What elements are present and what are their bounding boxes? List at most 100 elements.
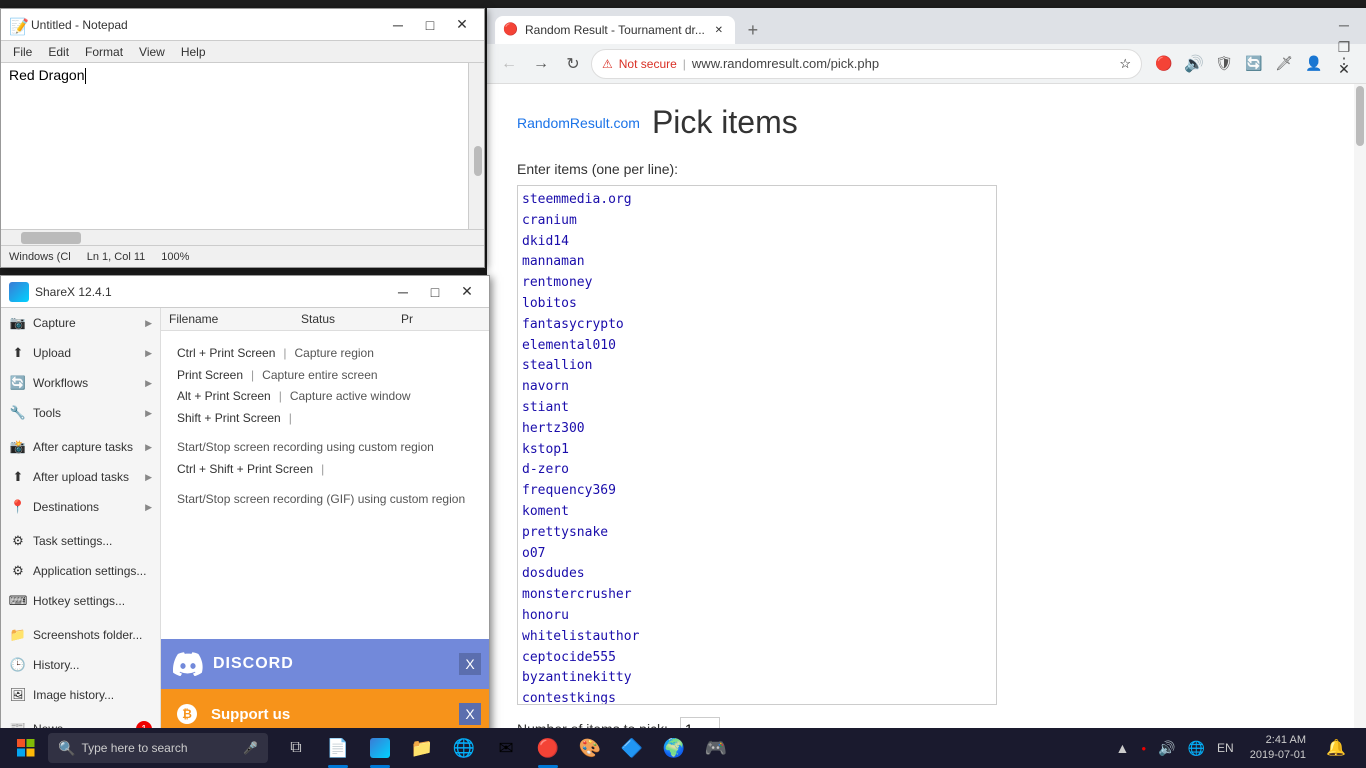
- list-item[interactable]: monstercrusher: [522, 585, 992, 606]
- list-item[interactable]: cranium: [522, 211, 992, 232]
- taskbar-app-game[interactable]: 🎮: [696, 728, 736, 768]
- chrome-new-tab-button[interactable]: +: [739, 16, 767, 44]
- sharex-menu-image-history[interactable]: 🖼 Image history...: [1, 680, 160, 710]
- notepad-maximize-button[interactable]: □: [416, 14, 444, 36]
- sharex-menu-screenshots-folder[interactable]: 📁 Screenshots folder...: [1, 620, 160, 650]
- list-item[interactable]: koment: [522, 502, 992, 523]
- chrome-minimize-button[interactable]: ─: [1330, 14, 1358, 36]
- workflows-icon: 🔄: [9, 374, 27, 392]
- list-item[interactable]: rentmoney: [522, 273, 992, 294]
- list-item[interactable]: elemental010: [522, 336, 992, 357]
- sharex-menu-tools[interactable]: 🔧 Tools: [1, 398, 160, 428]
- taskbar-app-paint[interactable]: 🎨: [570, 728, 610, 768]
- sharex-maximize-button[interactable]: □: [421, 281, 449, 303]
- list-item[interactable]: whitelistauthor: [522, 627, 992, 648]
- chrome-reload-button[interactable]: ↻: [559, 50, 587, 78]
- notepad-window-controls: ─ □ ✕: [384, 14, 476, 36]
- list-item[interactable]: dkid14: [522, 232, 992, 253]
- taskbar-mic-icon: 🎤: [243, 741, 258, 755]
- chrome-tab-active[interactable]: 🔴 Random Result - Tournament dr... ✕: [495, 16, 735, 44]
- list-item[interactable]: byzantinekitty: [522, 668, 992, 689]
- list-item[interactable]: contestkings: [522, 689, 992, 705]
- chrome-extensions-button[interactable]: 🔴: [1150, 50, 1178, 78]
- chrome-audio-button[interactable]: 🔊: [1180, 50, 1208, 78]
- list-item[interactable]: hertz300: [522, 419, 992, 440]
- taskbar-app-sharex[interactable]: [360, 728, 400, 768]
- chrome-address-bar[interactable]: ⚠ Not secure | www.randomresult.com/pick…: [591, 49, 1142, 79]
- notepad-hscrollbar[interactable]: [1, 229, 484, 245]
- chrome-profile-button[interactable]: 🛡: [1210, 50, 1238, 78]
- taskbar-app-mail[interactable]: ✉: [486, 728, 526, 768]
- taskbar-app-explorer[interactable]: 📁: [402, 728, 442, 768]
- taskbar-search-box[interactable]: 🔍 Type here to search 🎤: [48, 733, 268, 763]
- sharex-menu-history[interactable]: 🕒 History...: [1, 650, 160, 680]
- discord-close-button[interactable]: X: [459, 653, 481, 675]
- taskbar-clock[interactable]: 2:41 AM 2019-07-01: [1242, 731, 1314, 766]
- list-item[interactable]: steallion: [522, 356, 992, 377]
- hotkey-key-3: Alt + Print Screen: [177, 386, 271, 408]
- tray-lang-icon[interactable]: EN: [1213, 737, 1238, 759]
- chrome-sync-button[interactable]: 🔄: [1240, 50, 1268, 78]
- list-item[interactable]: fantasycrypto: [522, 315, 992, 336]
- taskbar-app-blue[interactable]: 🔷: [612, 728, 652, 768]
- list-item[interactable]: ceptocide555: [522, 648, 992, 669]
- list-item[interactable]: dosdudes: [522, 564, 992, 585]
- discord-banner[interactable]: DISCORD X: [161, 639, 489, 689]
- taskbar-notifications-button[interactable]: 🔔: [1318, 728, 1354, 768]
- chrome-restore-button[interactable]: ❐: [1330, 36, 1358, 58]
- notepad-menu-edit[interactable]: Edit: [40, 43, 77, 61]
- list-item[interactable]: steemmedia.org: [522, 190, 992, 211]
- taskbar-app-chrome[interactable]: 🔴: [528, 728, 568, 768]
- list-item[interactable]: navorn: [522, 377, 992, 398]
- list-item[interactable]: mannaman: [522, 252, 992, 273]
- notepad-close-button[interactable]: ✕: [448, 14, 476, 36]
- sharex-menu-workflows[interactable]: 🔄 Workflows: [1, 368, 160, 398]
- items-textarea[interactable]: steemmedia.org cranium dkid14 mannaman r…: [517, 185, 997, 705]
- sharex-menu-destinations[interactable]: 📍 Destinations: [1, 492, 160, 522]
- notepad-editor[interactable]: Red Dragon: [1, 63, 484, 229]
- task-settings-icon: ⚙: [9, 532, 27, 550]
- sharex-menu-after-upload[interactable]: ⬆ After upload tasks: [1, 462, 160, 492]
- notepad-vscrollbar[interactable]: [468, 63, 484, 229]
- sharex-menu-upload[interactable]: ⬆ Upload: [1, 338, 160, 368]
- chrome-extension2-button[interactable]: 🗡: [1270, 50, 1298, 78]
- list-item[interactable]: frequency369: [522, 481, 992, 502]
- sharex-menu-task-settings[interactable]: ⚙ Task settings...: [1, 526, 160, 556]
- notepad-menu-help[interactable]: Help: [173, 43, 214, 61]
- site-link[interactable]: RandomResult.com: [517, 115, 640, 131]
- taskbar-app-ie[interactable]: 🌐: [444, 728, 484, 768]
- sharex-menu-hotkey-settings[interactable]: ⌨ Hotkey settings...: [1, 586, 160, 616]
- list-item[interactable]: prettysnake: [522, 523, 992, 544]
- chrome-tab-close-button[interactable]: ✕: [711, 22, 727, 38]
- notepad-menu-format[interactable]: Format: [77, 43, 131, 61]
- bookmark-icon[interactable]: ☆: [1119, 56, 1131, 72]
- list-item[interactable]: o07: [522, 544, 992, 565]
- list-item[interactable]: kstop1: [522, 440, 992, 461]
- list-item[interactable]: honoru: [522, 606, 992, 627]
- notepad-menu-view[interactable]: View: [131, 43, 173, 61]
- list-item[interactable]: stiant: [522, 398, 992, 419]
- sharex-close-button[interactable]: ✕: [453, 281, 481, 303]
- sharex-menu-app-settings[interactable]: ⚙ Application settings...: [1, 556, 160, 586]
- taskbar-app-notepad[interactable]: 📄: [318, 728, 358, 768]
- sharex-menu-capture[interactable]: 📷 Capture: [1, 308, 160, 338]
- taskbar-start-button[interactable]: [4, 728, 48, 768]
- sharex-minimize-button[interactable]: ─: [389, 281, 417, 303]
- tray-network-icon[interactable]: 🌐: [1184, 736, 1209, 761]
- chrome-vscrollbar[interactable]: [1354, 84, 1366, 743]
- list-item[interactable]: lobitos: [522, 294, 992, 315]
- chrome-close-button[interactable]: ✕: [1330, 58, 1358, 80]
- list-item[interactable]: d-zero: [522, 460, 992, 481]
- chrome-back-button[interactable]: ←: [495, 50, 523, 78]
- notepad-menu-file[interactable]: File: [5, 43, 40, 61]
- chrome-forward-button[interactable]: →: [527, 50, 555, 78]
- tray-speaker-icon[interactable]: 🔊: [1154, 736, 1179, 761]
- taskbar-app-globe[interactable]: 🌍: [654, 728, 694, 768]
- notepad-minimize-button[interactable]: ─: [384, 14, 412, 36]
- chrome-content[interactable]: RandomResult.com Pick items Enter items …: [487, 84, 1366, 743]
- chrome-user-button[interactable]: 👤: [1300, 50, 1328, 78]
- tray-expand-icon[interactable]: ▲: [1111, 736, 1133, 760]
- support-close-button[interactable]: X: [459, 703, 481, 725]
- sharex-menu-after-capture[interactable]: 📸 After capture tasks: [1, 432, 160, 462]
- taskbar-app-task-view[interactable]: ⧉: [276, 728, 316, 768]
